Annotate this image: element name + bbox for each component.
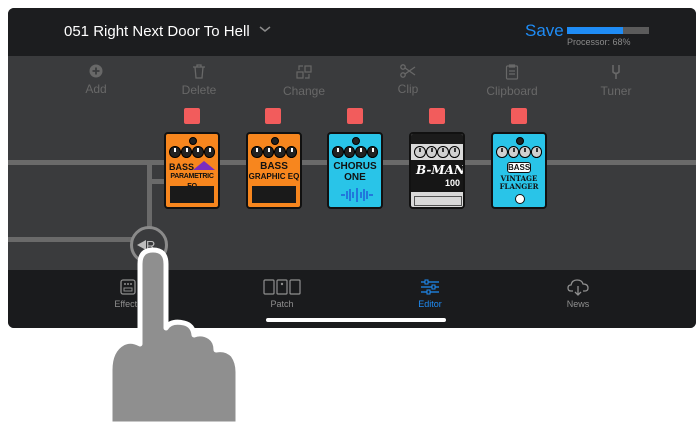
plus-circle-icon (89, 64, 103, 78)
tuner-button[interactable]: Tuner (576, 64, 656, 98)
clip-label: Clip (397, 82, 419, 96)
change-button[interactable]: Change (264, 64, 344, 98)
branch-wire-vertical (147, 165, 152, 229)
pedal-4-name-line1: B-MAN (416, 163, 465, 177)
pedal-4-name-line2: 100 (444, 178, 460, 188)
pedal-select-5[interactable] (511, 108, 527, 124)
pointing-hand-icon (107, 247, 241, 424)
sliders-icon (421, 279, 439, 295)
delete-button[interactable]: Delete (159, 64, 239, 97)
pedal-3-name-line1: CHORUS (333, 161, 377, 172)
clipboard-label: Clipboard (486, 84, 538, 98)
pedal-2-name-line1: BASS (260, 161, 288, 172)
pedal-select-3[interactable] (347, 108, 363, 124)
nav-news-label: News (566, 299, 590, 309)
chevron-down-icon[interactable] (258, 22, 272, 41)
eq-curve-icon (193, 161, 215, 170)
home-indicator (266, 318, 446, 322)
pedal-b-man-100[interactable]: B-MAN 100 (409, 132, 465, 209)
pedal-5-name-line2: VINTAGE FLANGER (499, 174, 539, 191)
trash-icon (193, 64, 205, 79)
patch-icon (263, 279, 301, 295)
add-label: Add (85, 82, 107, 96)
patch-title[interactable]: 051 Right Next Door To Hell (64, 23, 250, 40)
change-label: Change (282, 84, 326, 98)
save-button[interactable]: Save (525, 21, 564, 41)
add-button[interactable]: Add (56, 64, 136, 96)
tuning-fork-icon (612, 65, 620, 79)
nav-news[interactable]: News (538, 278, 618, 309)
pedal-bass-parametric-eq[interactable]: BASS PARAMETRIC EQ (164, 132, 220, 209)
processor-label: Processor: 68% (567, 37, 631, 47)
processor-meter (567, 27, 649, 34)
pedal-3-name-line2: ONE (344, 172, 366, 183)
nav-editor[interactable]: Editor (390, 278, 470, 309)
nav-patch-label: Patch (270, 299, 294, 309)
clipboard-icon (505, 64, 519, 80)
tuner-label: Tuner (600, 84, 632, 98)
scissors-icon (400, 64, 416, 78)
pedal-select-1[interactable] (184, 108, 200, 124)
clip-button[interactable]: Clip (368, 64, 448, 96)
top-bar: 051 Right Next Door To Hell Save Process… (8, 8, 696, 56)
pedal-bass-graphic-eq[interactable]: BASS GRAPHIC EQ (246, 132, 302, 209)
pedal-select-4[interactable] (429, 108, 445, 124)
pedal-chorus-one[interactable]: CHORUS ONE (327, 132, 383, 209)
delete-label: Delete (181, 83, 217, 97)
nav-editor-label: Editor (418, 299, 442, 309)
pedal-5-name-line1: BASS (507, 162, 531, 173)
pedal-2-name-line2: GRAPHIC EQ (248, 172, 300, 181)
cloud-download-icon (567, 279, 589, 296)
pedal-bass-vintage-flanger[interactable]: BASS VINTAGE FLANGER (491, 132, 547, 209)
clipboard-button[interactable]: Clipboard (472, 64, 552, 98)
swap-icon (296, 65, 312, 79)
pedal-select-2[interactable] (265, 108, 281, 124)
wave-icon (341, 188, 373, 202)
